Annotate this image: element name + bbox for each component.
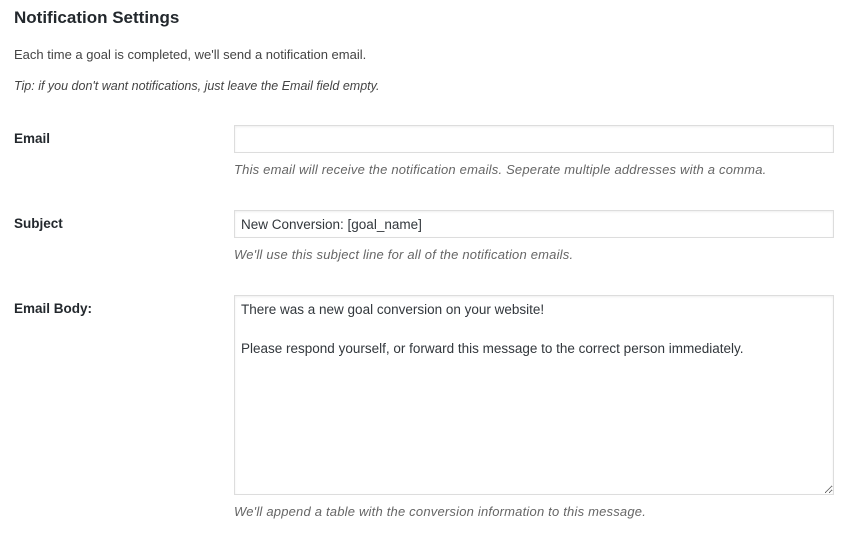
subject-description: We'll use this subject line for all of t… [234,247,574,262]
section-title: Notification Settings [14,8,180,27]
section-intro: Each time a goal is completed, we'll sen… [14,47,367,62]
notification-settings-panel: Notification Settings Each time a goal i… [0,0,850,541]
subject-label: Subject [14,216,63,231]
email-body-description: We'll append a table with the conversion… [234,504,647,519]
email-label: Email [14,131,51,146]
email-field[interactable] [234,125,834,153]
email-description: This email will receive the notification… [234,162,767,177]
subject-field[interactable] [234,210,834,238]
section-tip: Tip: if you don't want notifications, ju… [14,79,380,93]
email-body-textarea[interactable]: There was a new goal conversion on your … [234,295,834,495]
email-body-label: Email Body: [14,301,93,316]
